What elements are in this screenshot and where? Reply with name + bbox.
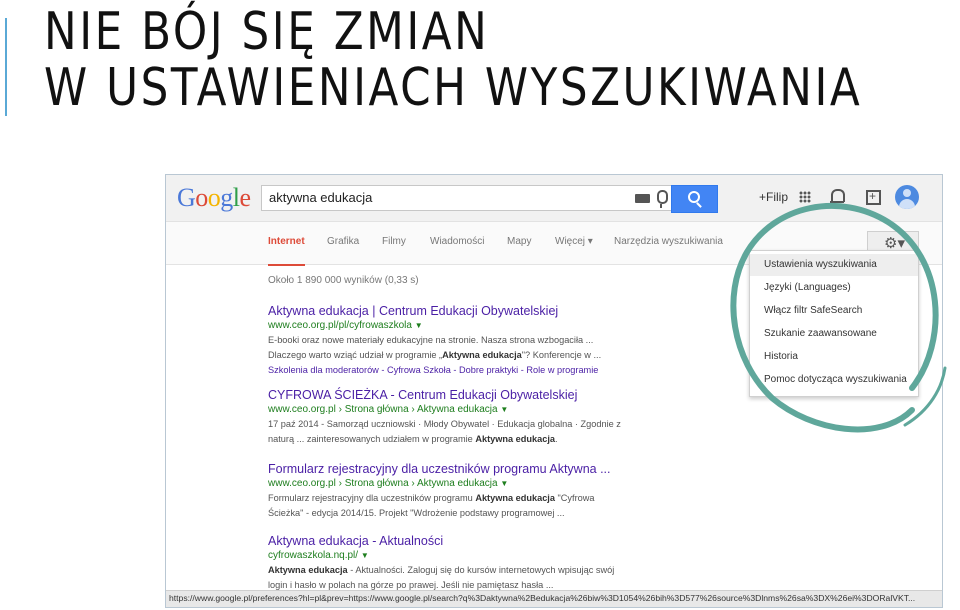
annotation-circle-tail: [903, 366, 947, 427]
annotation-circle: [730, 202, 947, 433]
annotation-circle-stroke: [730, 202, 939, 433]
